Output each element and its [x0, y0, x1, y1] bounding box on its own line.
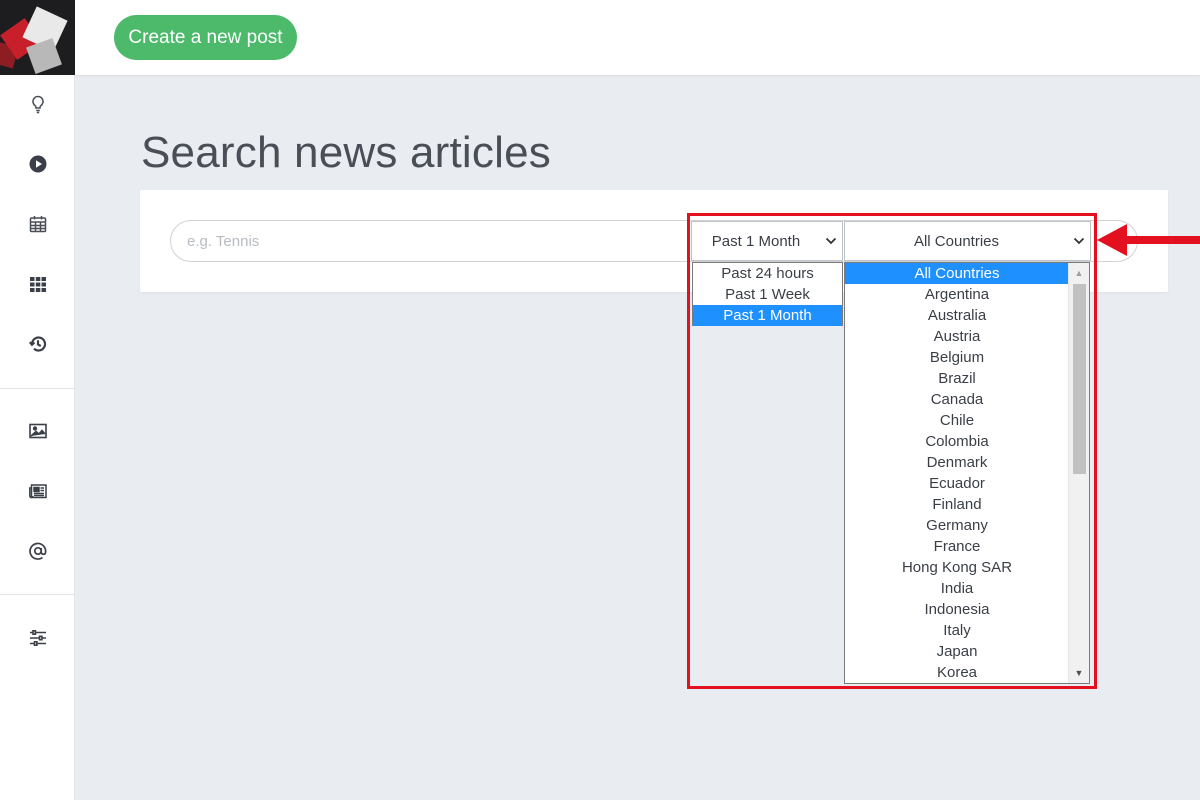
time-filter-dropdown: Past 24 hours Past 1 Week Past 1 Month	[692, 262, 843, 326]
country-option[interactable]: Canada	[845, 389, 1069, 410]
arrow-icon	[1097, 224, 1200, 256]
scroll-down-arrow-icon[interactable]: ▼	[1069, 663, 1089, 683]
grid-icon[interactable]	[0, 264, 75, 304]
app-logo[interactable]	[0, 0, 75, 75]
country-option[interactable]: Hong Kong SAR	[845, 557, 1069, 578]
country-option[interactable]: Belgium	[845, 347, 1069, 368]
country-option[interactable]: India	[845, 578, 1069, 599]
lightbulb-icon[interactable]	[0, 84, 75, 124]
sliders-icon[interactable]	[0, 618, 75, 658]
country-option[interactable]: Argentina	[845, 284, 1069, 305]
play-icon[interactable]	[0, 144, 75, 184]
history-icon[interactable]	[0, 324, 75, 364]
country-options-list: All Countries Argentina Australia Austri…	[845, 263, 1069, 683]
country-option[interactable]: Indonesia	[845, 599, 1069, 620]
chevron-down-icon	[820, 237, 842, 245]
time-option[interactable]: Past 24 hours	[693, 263, 842, 284]
top-bar: Create a new post	[75, 0, 1200, 75]
country-option-selected[interactable]: All Countries	[845, 263, 1069, 284]
country-option[interactable]: Ecuador	[845, 473, 1069, 494]
time-option-selected[interactable]: Past 1 Month	[693, 305, 842, 326]
image-icon[interactable]	[0, 411, 75, 451]
chevron-down-icon	[1068, 237, 1090, 245]
country-option[interactable]: Australia	[845, 305, 1069, 326]
country-option[interactable]: Finland	[845, 494, 1069, 515]
page-title: Search news articles	[141, 128, 551, 177]
country-option[interactable]: France	[845, 536, 1069, 557]
country-option[interactable]: Germany	[845, 515, 1069, 536]
create-post-button[interactable]: Create a new post	[114, 15, 297, 60]
scroll-up-arrow-icon[interactable]: ▲	[1069, 263, 1089, 283]
newspaper-icon[interactable]	[0, 471, 75, 511]
country-filter-select[interactable]: All Countries	[844, 221, 1091, 261]
time-option[interactable]: Past 1 Week	[693, 284, 842, 305]
country-filter-value: All Countries	[913, 232, 1000, 250]
scrollbar-thumb[interactable]	[1073, 284, 1086, 474]
sidebar	[0, 0, 75, 800]
sidebar-divider	[0, 594, 75, 595]
sidebar-divider	[0, 388, 75, 389]
country-option[interactable]: Austria	[845, 326, 1069, 347]
country-option[interactable]: Japan	[845, 641, 1069, 662]
time-filter-value: Past 1 Month	[711, 232, 801, 250]
calendar-icon[interactable]	[0, 204, 75, 244]
country-option[interactable]: Brazil	[845, 368, 1069, 389]
country-filter-dropdown: All Countries Argentina Australia Austri…	[844, 262, 1090, 684]
country-option[interactable]: Colombia	[845, 431, 1069, 452]
time-filter-select[interactable]: Past 1 Month	[691, 221, 843, 261]
country-option[interactable]: Chile	[845, 410, 1069, 431]
search-input[interactable]	[187, 221, 687, 261]
dropdown-scrollbar[interactable]: ▲ ▼	[1068, 263, 1089, 683]
at-icon[interactable]	[0, 531, 75, 571]
country-option[interactable]: Denmark	[845, 452, 1069, 473]
country-option[interactable]: Italy	[845, 620, 1069, 641]
country-option[interactable]: Korea	[845, 662, 1069, 683]
